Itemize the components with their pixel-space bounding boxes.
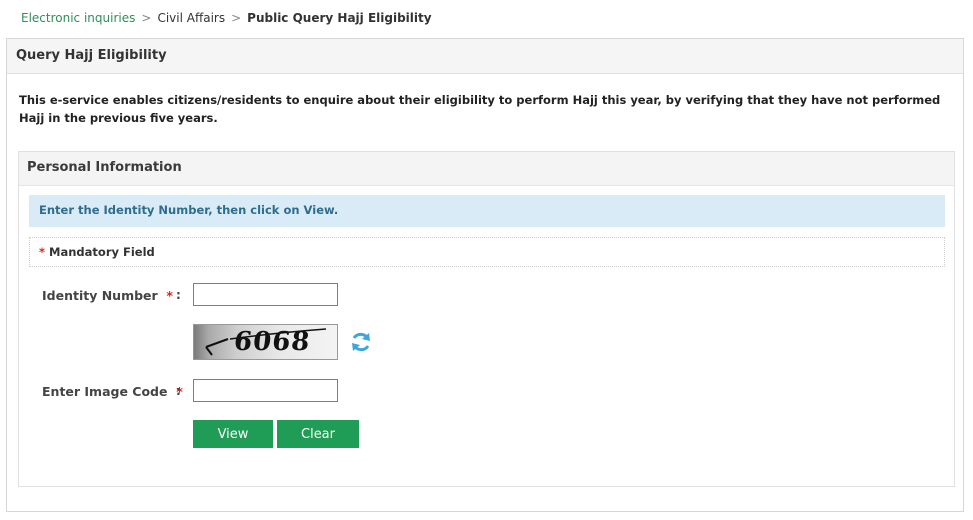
main-panel: Query Hajj Eligibility This e-service en… [6, 38, 964, 512]
mandatory-note-text: Mandatory Field [49, 245, 155, 259]
personal-information-panel: Personal Information Enter the Identity … [18, 151, 955, 487]
breadcrumb: Electronic inquiries > Civil Affairs > Publi… [21, 11, 432, 25]
breadcrumb-link-electronic-inquiries[interactable]: Electronic inquiries [21, 11, 135, 25]
image-code-label: Enter Image Code * [42, 384, 183, 399]
required-star: * [166, 288, 173, 303]
breadcrumb-item-civil-affairs[interactable]: Civil Affairs [157, 11, 225, 25]
required-star: * [39, 245, 46, 259]
view-button[interactable]: View [193, 420, 273, 448]
info-alert: Enter the Identity Number, then click on… [29, 195, 945, 227]
breadcrumb-separator-icon: > [141, 11, 152, 25]
image-code-input[interactable] [193, 379, 338, 402]
image-code-colon: : [176, 384, 181, 398]
refresh-icon[interactable] [349, 330, 373, 354]
service-description: This e-service enables citizens/resident… [19, 93, 941, 125]
identity-colon: : [176, 288, 181, 302]
section-title: Personal Information [19, 152, 954, 186]
mandatory-note: * Mandatory Field [29, 237, 945, 267]
identity-number-input[interactable] [193, 283, 338, 306]
page-title: Query Hajj Eligibility [7, 39, 963, 74]
breadcrumb-current: Public Query Hajj Eligibility [247, 11, 432, 25]
identity-number-label: Identity Number * [42, 288, 173, 303]
clear-button[interactable]: Clear [277, 420, 359, 448]
breadcrumb-separator-icon: > [231, 11, 242, 25]
captcha-image: 6068 [193, 324, 338, 360]
captcha-text: 6068 [232, 327, 312, 357]
